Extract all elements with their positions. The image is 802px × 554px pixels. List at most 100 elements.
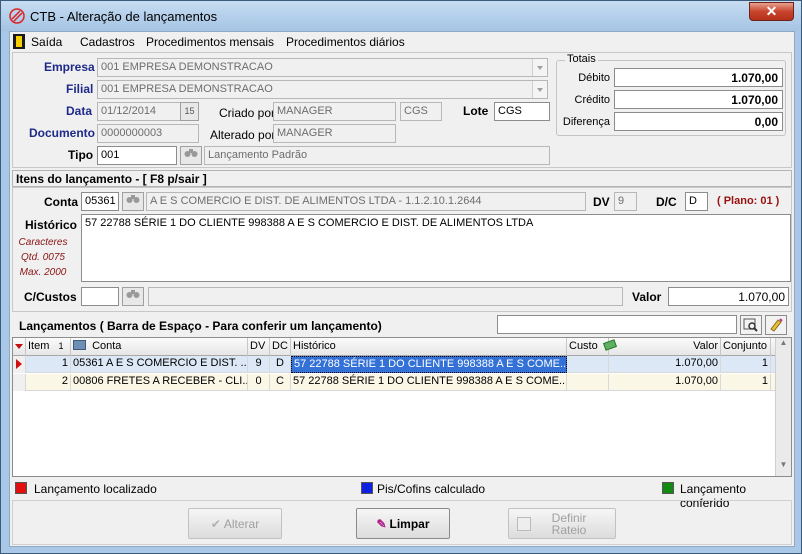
exit-door-icon[interactable]: [13, 34, 25, 49]
lote-label: Lote: [463, 104, 489, 118]
tipo-input[interactable]: 001: [97, 146, 177, 165]
grid-vertical-scrollbar[interactable]: ▲ ▼: [775, 338, 791, 476]
caracteres-label: Caracteres: [18, 237, 68, 248]
sort-arrow-icon: [13, 338, 26, 356]
cell-conjunto: 1: [721, 374, 771, 391]
menu-procedimentos-diarios[interactable]: Procedimentos diários: [286, 35, 405, 49]
lancamentos-title: Lançamentos ( Barra de Espaço - Para con…: [19, 319, 382, 333]
tipo-desc: Lançamento Padrão: [204, 146, 550, 165]
criado-input: MANAGER: [273, 102, 396, 121]
cell-valor: 1.070,00: [609, 374, 721, 391]
ccustos-input[interactable]: [81, 287, 119, 306]
window-title: CTB - Alteração de lançamentos: [30, 9, 218, 24]
eraser-icon[interactable]: [765, 315, 787, 335]
dv-input: 9: [614, 192, 637, 211]
close-button[interactable]: ✕: [749, 2, 794, 21]
calendar-icon[interactable]: 15: [180, 102, 199, 121]
dc-label: D/C: [656, 195, 677, 209]
col-dv[interactable]: DV: [248, 338, 270, 356]
cell-item: 1: [26, 356, 71, 373]
col-conjunto[interactable]: Conjunto: [721, 338, 771, 356]
localizado-label: Lançamento localizado: [34, 482, 157, 496]
documento-label: Documento: [29, 126, 95, 140]
col-conta[interactable]: Conta: [71, 338, 248, 356]
empresa-select[interactable]: 001 EMPRESA DEMONSTRACAO: [97, 58, 548, 77]
cell-dc: D: [270, 356, 291, 373]
menu-saida[interactable]: Saída: [31, 35, 62, 49]
binoculars-glyph: [126, 290, 140, 298]
alterar-button[interactable]: ✔ Alterar: [188, 508, 282, 539]
dc-input[interactable]: D: [685, 192, 708, 211]
filial-select[interactable]: 001 EMPRESA DEMONSTRACAO: [97, 80, 548, 99]
binoculars-icon[interactable]: [122, 287, 144, 306]
scroll-up-icon[interactable]: ▲: [776, 338, 791, 354]
legend-bar: Lançamento localizado Pis/Cofins calcula…: [12, 480, 792, 510]
historico-memo[interactable]: 57 22788 SÉRIE 1 DO CLIENTE 998388 A E S…: [81, 214, 791, 282]
qtd-label: Qtd. 0075: [21, 252, 65, 263]
chevron-down-icon[interactable]: [532, 81, 547, 98]
empresa-value: 001 EMPRESA DEMONSTRACAO: [101, 61, 273, 73]
dv-label: DV: [593, 195, 610, 209]
sort-arrow-glyph: [15, 344, 23, 349]
title-bar: CTB - Alteração de lançamentos ✕: [1, 1, 801, 31]
limpar-button[interactable]: ✎ Limpar: [356, 508, 450, 539]
col-historico[interactable]: Histórico: [291, 338, 567, 356]
cell-custo: [567, 356, 609, 373]
totais-title: Totais: [565, 53, 598, 65]
menu-bar: Saída Cadastros Procedimentos mensais Pr…: [10, 32, 794, 52]
historico-label: Histórico: [25, 218, 78, 232]
table-row[interactable]: 1 05361 A E S COMERCIO E DIST. ... 9 D 5…: [13, 356, 777, 373]
valor-label: Valor: [632, 290, 662, 304]
col-custo[interactable]: Custo: [567, 338, 617, 356]
search-icon[interactable]: [740, 315, 762, 335]
menu-cadastros[interactable]: Cadastros: [80, 35, 135, 49]
chevron-down-icon[interactable]: [532, 59, 547, 76]
lancamentos-search-input[interactable]: [497, 315, 737, 334]
cell-historico: 57 22788 SÉRIE 1 DO CLIENTE 998388 A E S…: [291, 356, 567, 373]
col-custo-label: Custo: [569, 340, 598, 352]
menu-procedimentos-mensais[interactable]: Procedimentos mensais: [146, 35, 274, 49]
col-item-label: Item: [28, 340, 50, 352]
binoculars-icon[interactable]: [180, 146, 202, 165]
itens-section-title: Itens do lançamento - [ F8 p/sair ]: [12, 170, 792, 187]
binoculars-icon[interactable]: [122, 192, 144, 211]
definir-rateio-button[interactable]: Definir Rateio: [508, 508, 616, 539]
eraser-glyph: [770, 318, 783, 332]
scroll-down-icon[interactable]: ▼: [776, 460, 791, 476]
valor-input[interactable]: 1.070,00: [668, 287, 789, 306]
criado-label: Criado por: [219, 106, 276, 120]
conta-label: Conta: [44, 195, 78, 209]
col-item[interactable]: Item 1: [26, 338, 71, 356]
conferido-swatch: [662, 482, 674, 494]
tipo-label: Tipo: [68, 148, 94, 162]
binoculars-glyph: [184, 149, 198, 157]
ccustos-label: C/Custos: [24, 290, 77, 304]
diferenca-label: Diferença: [562, 116, 610, 128]
cell-valor: 1.070,00: [609, 356, 721, 373]
lancamentos-grid[interactable]: Item 1 Conta DV DC Histórico Custo Valor…: [12, 337, 792, 477]
check-icon: ✔: [210, 517, 221, 531]
cell-conta: 00806 FRETES A RECEBER - CLI...: [71, 374, 248, 391]
criado-code: CGS: [400, 102, 442, 121]
table-row[interactable]: 2 00806 FRETES A RECEBER - CLI... 0 C 57…: [13, 374, 777, 391]
localizado-swatch: [15, 482, 27, 494]
diferenca-value: 0,00: [614, 112, 783, 131]
plano-label: ( Plano: 01 ): [717, 195, 780, 207]
cell-dv: 0: [248, 374, 270, 391]
cell-custo: [567, 374, 609, 391]
row-indicator-icon: [13, 356, 26, 373]
pis-label: Pis/Cofins calculado: [377, 482, 486, 496]
conta-input[interactable]: 05361: [81, 192, 119, 211]
eraser-icon: ✎: [376, 517, 387, 531]
cell-conta: 05361 A E S COMERCIO E DIST. ...: [71, 356, 248, 373]
cell-conjunto: 1: [721, 356, 771, 373]
grid-header: Item 1 Conta DV DC Histórico Custo Valor…: [13, 338, 777, 356]
col-dc[interactable]: DC: [270, 338, 291, 356]
row-indicator: [13, 374, 26, 391]
col-valor[interactable]: Valor: [609, 338, 721, 356]
lote-input[interactable]: CGS: [494, 102, 550, 121]
empresa-label: Empresa: [44, 60, 95, 74]
debito-value: 1.070,00: [614, 68, 783, 87]
col-conta-label: Conta: [92, 340, 122, 352]
cell-historico: 57 22788 SÉRIE 1 DO CLIENTE 998388 A E S…: [291, 374, 567, 391]
